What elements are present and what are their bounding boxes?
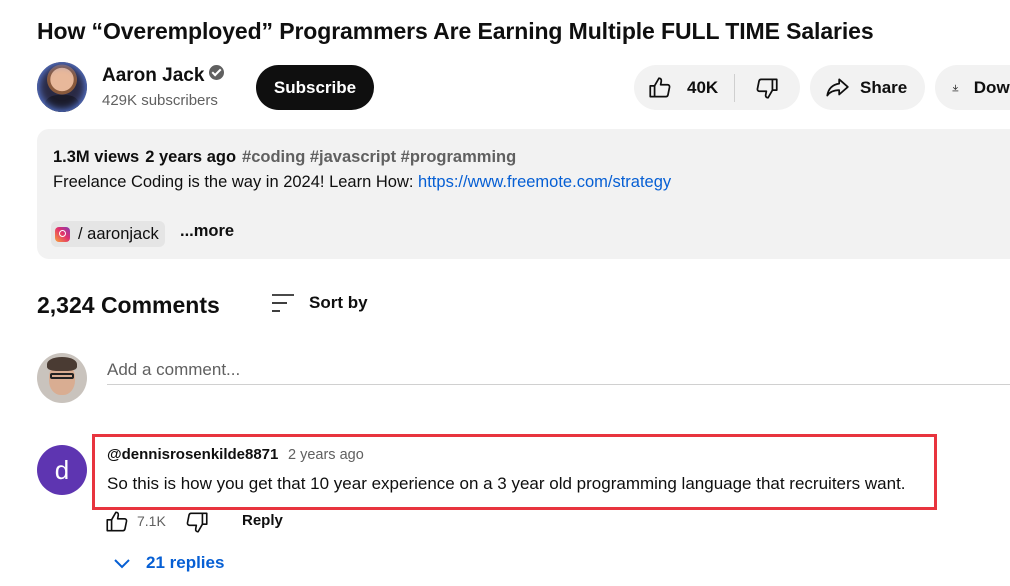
download-button[interactable]: Download	[935, 65, 1010, 110]
commenter-avatar[interactable]: d	[37, 445, 87, 495]
dislike-button[interactable]	[735, 65, 799, 110]
description-box[interactable]: 1.3M views 2 years ago #coding #javascript…	[37, 129, 1010, 259]
verified-icon	[209, 65, 225, 80]
comment-author[interactable]: @dennisrosenkilde8871	[107, 446, 278, 463]
avatar-hair	[47, 357, 77, 371]
like-button[interactable]: 40K	[634, 65, 734, 110]
sort-by-button[interactable]: Sort by	[309, 293, 368, 313]
channel-avatar[interactable]	[37, 62, 87, 112]
video-title: How “Overemployed” Programmers Are Earni…	[37, 18, 874, 44]
like-dislike-group: 40K	[634, 65, 800, 110]
thumbs-up-icon	[649, 76, 671, 98]
comment-timestamp[interactable]: 2 years ago	[288, 447, 364, 463]
channel-name[interactable]: Aaron Jack	[102, 65, 225, 87]
current-user-avatar	[37, 353, 87, 403]
download-label: Download	[973, 77, 1010, 97]
like-count: 40K	[687, 77, 719, 97]
channel-name-text[interactable]: Aaron Jack	[102, 65, 204, 86]
comments-count: 2,324 Comments	[37, 292, 220, 318]
comment-like-icon[interactable]	[104, 509, 130, 535]
instagram-handle: / aaronjack	[78, 224, 159, 243]
comment-text: So this is how you get that 10 year expe…	[107, 474, 906, 493]
view-replies-button[interactable]: 21 replies	[112, 553, 224, 573]
description-prefix: Freelance Coding is the way in 2024! Lea…	[53, 173, 419, 191]
comment-dislike-icon[interactable]	[184, 509, 210, 535]
chevron-down-icon	[114, 559, 130, 569]
comment-like-count: 7.1K	[137, 513, 166, 529]
view-count: 1.3M views	[53, 148, 140, 166]
description-link[interactable]: https://www.freemote.com/strategy	[418, 173, 671, 191]
subscriber-count: 429K subscribers	[102, 92, 218, 109]
instagram-chip[interactable]: / aaronjack	[51, 221, 165, 247]
download-icon	[952, 84, 959, 91]
upload-age: 2 years ago	[145, 148, 237, 166]
description-meta: 1.3M views 2 years ago #coding #javascript…	[53, 148, 516, 167]
share-button[interactable]: Share	[810, 65, 925, 110]
replies-count: 21 replies	[146, 553, 225, 572]
share-label: Share	[860, 77, 908, 97]
add-comment-input[interactable]	[107, 355, 1010, 385]
subscribe-button[interactable]: Subscribe	[256, 65, 374, 110]
thumbs-down-icon	[756, 77, 778, 99]
avatar-glasses	[50, 373, 74, 379]
show-more-link[interactable]: ...more	[180, 222, 234, 241]
sort-icon[interactable]	[271, 292, 295, 314]
description-text: Freelance Coding is the way in 2024! Lea…	[53, 173, 671, 192]
avatar-glow	[37, 62, 87, 112]
share-arrow-icon	[826, 77, 849, 96]
reply-button[interactable]: Reply	[242, 512, 283, 529]
instagram-icon	[55, 226, 70, 242]
hashtags[interactable]: #coding #javascript #programming	[242, 148, 516, 166]
